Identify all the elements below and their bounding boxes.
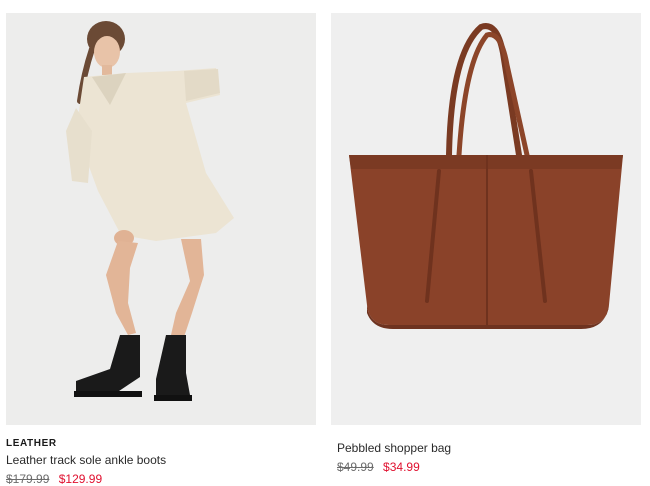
price-row: $49.99 $34.99 xyxy=(337,459,647,475)
product-name[interactable]: Leather track sole ankle boots xyxy=(6,452,316,468)
model-in-knit-dress-photo xyxy=(6,13,316,425)
sale-price: $129.99 xyxy=(58,472,103,486)
brown-leather-tote-bag-photo xyxy=(331,13,641,425)
product-image-bag[interactable] xyxy=(331,13,641,425)
product-info-boots: LEATHER Leather track sole ankle boots $… xyxy=(6,437,316,486)
original-price: $179.99 xyxy=(6,472,50,486)
sale-price: $34.99 xyxy=(383,460,420,474)
product-name[interactable]: Pebbled shopper bag xyxy=(337,440,647,456)
product-tag: LEATHER xyxy=(6,438,57,449)
product-grid: LEATHER Leather track sole ankle boots $… xyxy=(0,0,650,486)
product-info-bag: Pebbled shopper bag $49.99 $34.99 xyxy=(337,440,647,475)
original-price: $49.99 xyxy=(337,460,374,474)
product-image-boots[interactable] xyxy=(6,13,316,425)
price-row: $179.99 $129.99 xyxy=(6,471,316,486)
